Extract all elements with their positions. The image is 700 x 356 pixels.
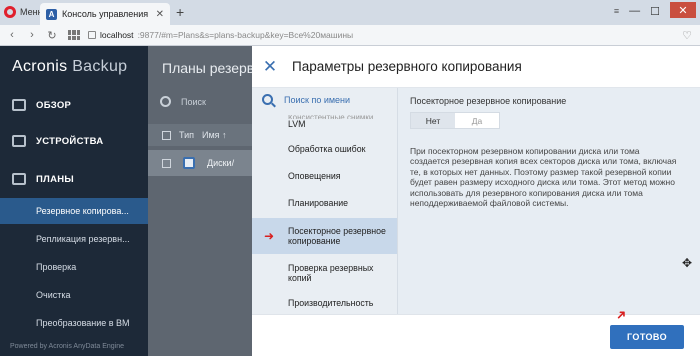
- opera-logo-icon: [4, 6, 16, 18]
- close-icon[interactable]: ✕: [262, 58, 278, 75]
- acronis-logo: Acronis Backup: [12, 58, 127, 76]
- nav-label: ПЛАНЫ: [36, 173, 75, 185]
- browser-menu-button[interactable]: Меню: [4, 6, 44, 18]
- nav-item-overview[interactable]: ОБЗОР: [0, 94, 148, 116]
- search-placeholder: Поиск: [181, 96, 206, 107]
- option-description: При посекторном резервном копировании ди…: [410, 146, 677, 209]
- option-detail-label: Посекторное резервное копирование: [410, 96, 567, 106]
- plans-search[interactable]: Поиск: [160, 96, 206, 107]
- back-icon[interactable]: ‹: [4, 29, 20, 41]
- address-bar: ‹ › ↻ localhost:9877/#m=Plans&s=plans-ba…: [0, 25, 700, 46]
- col-type[interactable]: Тип: [179, 130, 194, 140]
- nav-label: УСТРОЙСТВА: [36, 135, 104, 147]
- options-search[interactable]: Поиск по имени: [262, 94, 350, 105]
- option-item-lvm[interactable]: Консистентные снимки LVM: [252, 110, 397, 132]
- window-controls: ≡ — ☐ ✕: [614, 2, 696, 18]
- site-info-icon[interactable]: [88, 31, 96, 39]
- forward-icon[interactable]: ›: [24, 29, 40, 41]
- tab-title: Консоль управления резе: [62, 9, 151, 19]
- speed-dial-icon[interactable]: [68, 30, 80, 40]
- done-button[interactable]: ГОТОВО: [610, 325, 684, 349]
- browser-tab-active[interactable]: A Консоль управления резе ✕: [40, 3, 170, 25]
- sidebar-item-convert-vm[interactable]: Преобразование в ВМ: [0, 310, 148, 336]
- row-name: Диски/: [207, 158, 235, 168]
- table-row[interactable]: Диски/: [148, 150, 252, 176]
- bookmark-heart-icon[interactable]: ♡: [682, 29, 692, 42]
- plan-type-icon: [183, 157, 195, 169]
- option-item-notifications[interactable]: Оповещения: [252, 165, 397, 187]
- page-title: Планы резервн: [162, 60, 262, 76]
- nav-item-devices[interactable]: УСТРОЙСТВА: [0, 130, 148, 152]
- option-item-label: Посекторное резервное копирование: [288, 226, 386, 246]
- option-item-error-handling[interactable]: Обработка ошибок: [252, 138, 397, 160]
- panel-title: Параметры резервного копирования: [292, 59, 522, 74]
- acronis-favicon-icon: A: [46, 8, 57, 20]
- search-icon: [262, 94, 273, 105]
- sidebar-footer: Powered by Acronis AnyData Engine: [10, 343, 125, 350]
- search-icon: [160, 96, 171, 107]
- search-label: Поиск по имени: [284, 94, 351, 105]
- select-all-checkbox[interactable]: [162, 130, 171, 140]
- row-checkbox[interactable]: [162, 158, 171, 168]
- move-cursor-icon: ✥: [682, 256, 693, 270]
- close-window-button[interactable]: ✕: [670, 2, 696, 18]
- url-path: :9877/#m=Plans&s=plans-backup&key=Все%20…: [137, 30, 354, 40]
- annotation-arrow-icon: ➜: [264, 229, 275, 243]
- url-host: localhost: [100, 30, 134, 40]
- option-item-sector-by-sector[interactable]: ➜ Посекторное резервное копирование: [252, 218, 397, 254]
- backup-options-panel: ✕ Параметры резервного копирования Поиск…: [252, 46, 700, 356]
- sidebar-item-backup[interactable]: Резервное копирова...: [0, 198, 148, 224]
- sidebar-item-validation[interactable]: Проверка: [0, 254, 148, 280]
- option-item-validation[interactable]: Проверка резервных копий: [252, 258, 397, 288]
- url-field[interactable]: localhost:9877/#m=Plans&s=plans-backup&k…: [88, 28, 682, 43]
- logo-product: Backup: [67, 58, 128, 75]
- toggle-no[interactable]: Нет: [411, 113, 455, 128]
- plans-main-area: Планы резервн Поиск Тип Имя ↑ Диски/: [148, 46, 262, 356]
- minimize-button[interactable]: —: [629, 5, 640, 17]
- sidebar-item-replication[interactable]: Репликация резервн...: [0, 226, 148, 252]
- nav-label: ОБЗОР: [36, 99, 72, 111]
- option-detail: Посекторное резервное копирование Нет Да…: [398, 88, 700, 314]
- nav-item-plans[interactable]: ПЛАНЫ: [0, 168, 148, 190]
- tab-menu-icon[interactable]: ≡: [614, 6, 619, 16]
- toggle-yes[interactable]: Да: [455, 113, 499, 128]
- dashboard-icon: [12, 99, 26, 111]
- browser-tabbar: Меню A Консоль управления резе ✕ + ≡ — ☐…: [0, 0, 700, 25]
- app-sidebar: Acronis Backup ОБЗОР УСТРОЙСТВА ПЛАНЫ Ре…: [0, 46, 148, 356]
- option-item-performance[interactable]: Производительность: [252, 292, 397, 314]
- option-item-scheduling[interactable]: Планирование: [252, 192, 397, 214]
- sector-by-sector-toggle[interactable]: Нет Да: [410, 112, 500, 129]
- option-item-label: LVM: [288, 119, 306, 129]
- new-tab-button[interactable]: +: [176, 5, 184, 19]
- plans-icon: [12, 173, 26, 185]
- tab-close-icon[interactable]: ✕: [156, 9, 164, 20]
- logo-main: Acronis: [12, 58, 68, 75]
- panel-footer: ➜ ГОТОВО: [252, 305, 700, 356]
- devices-icon: [12, 135, 26, 147]
- col-name[interactable]: Имя ↑: [202, 130, 227, 140]
- options-list: Поиск по имени Консистентные снимки LVM …: [252, 88, 398, 314]
- sidebar-item-cleanup[interactable]: Очистка: [0, 282, 148, 308]
- table-header: Тип Имя ↑: [148, 124, 252, 146]
- reload-icon[interactable]: ↻: [44, 29, 60, 42]
- maximize-button[interactable]: ☐: [650, 5, 660, 18]
- panel-header: ✕ Параметры резервного копирования: [252, 46, 700, 88]
